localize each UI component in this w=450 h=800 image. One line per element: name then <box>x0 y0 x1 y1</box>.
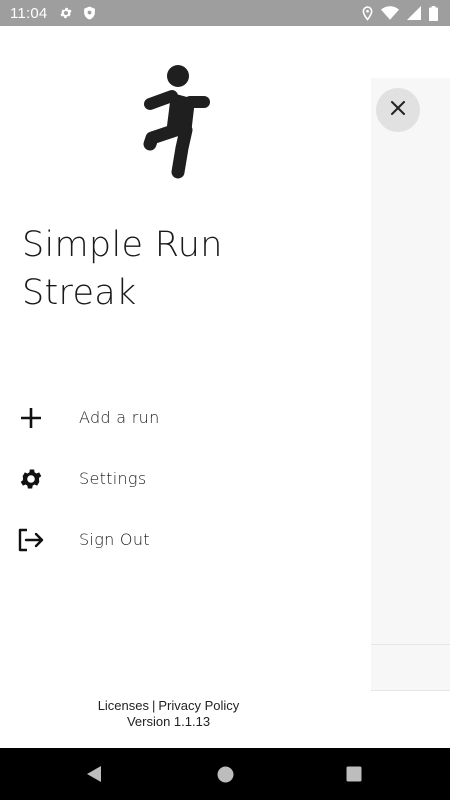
location-icon <box>362 5 373 21</box>
app-title: Simple Run Streak <box>22 221 352 317</box>
menu-item-add-run[interactable]: Add a run <box>0 387 371 448</box>
cellular-signal-icon <box>407 6 421 20</box>
wifi-icon <box>381 6 399 20</box>
home-icon[interactable] <box>213 762 237 786</box>
menu-item-label: Add a run <box>79 408 160 427</box>
footer-separator: | <box>152 698 156 713</box>
licenses-link[interactable]: Licenses <box>98 698 149 713</box>
menu-item-settings[interactable]: Settings <box>0 448 371 509</box>
back-icon[interactable] <box>82 762 106 786</box>
status-bar: 11:04 <box>0 0 450 26</box>
close-drawer-button[interactable] <box>376 88 420 132</box>
drawer-footer: Licenses | Privacy Policy Version 1.1.13 <box>0 698 337 730</box>
background-divider <box>371 690 450 691</box>
plus-icon <box>16 403 46 433</box>
menu-item-label: Settings <box>79 469 147 488</box>
version-text: Version 1.1.13 <box>126 714 211 729</box>
status-time: 11:04 <box>10 4 48 22</box>
battery-icon <box>429 5 438 21</box>
app-title-line-2: Streak <box>22 273 137 313</box>
menu-item-sign-out[interactable]: Sign Out <box>0 509 371 570</box>
gear-icon <box>16 464 46 494</box>
shield-icon <box>83 6 96 20</box>
privacy-policy-link[interactable]: Privacy Policy <box>158 698 239 713</box>
settings-gear-icon <box>59 6 73 20</box>
running-person-icon <box>138 64 214 186</box>
navigation-drawer: Simple Run Streak Add a run Settings Sig… <box>0 26 371 748</box>
background-divider <box>371 644 450 645</box>
system-nav-bar <box>0 748 450 800</box>
background-screen <box>371 78 450 690</box>
sign-out-icon <box>16 525 46 555</box>
app-title-line-1: Simple Run <box>22 225 223 265</box>
recents-icon[interactable] <box>342 762 366 786</box>
drawer-menu: Add a run Settings Sign Out <box>0 387 371 570</box>
menu-item-label: Sign Out <box>79 530 150 549</box>
close-icon <box>391 100 405 120</box>
